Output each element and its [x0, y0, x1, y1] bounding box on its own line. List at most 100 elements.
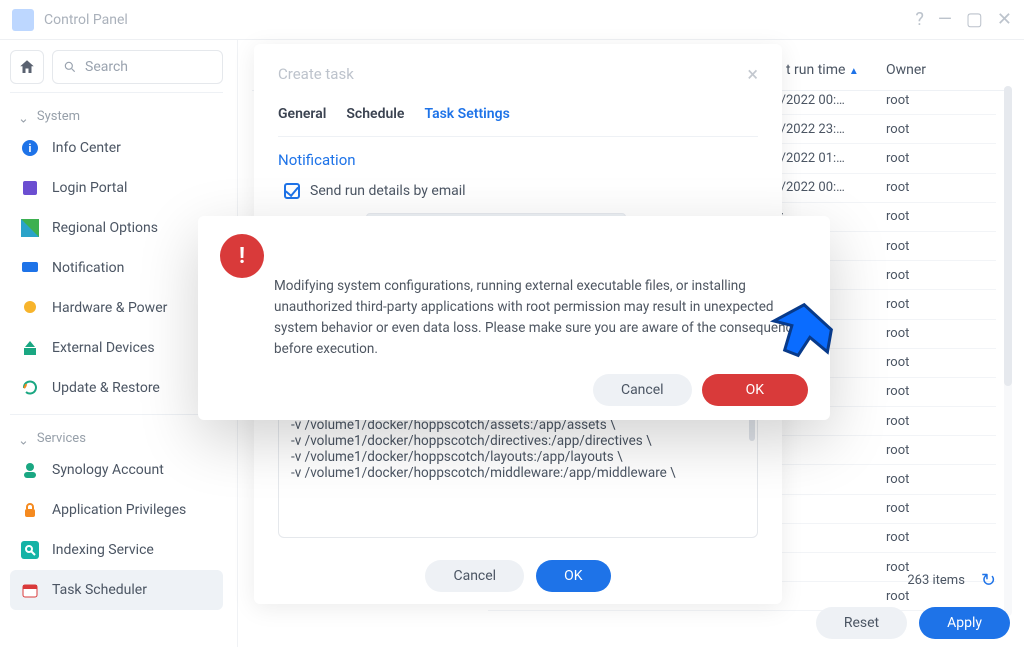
confirm-cancel-button[interactable]: Cancel	[593, 374, 692, 406]
search-icon	[63, 60, 77, 74]
cell-run: 20/2022 00:…	[766, 93, 886, 108]
cell-owner: root	[886, 180, 996, 195]
sidebar-item-label: Info Center	[52, 140, 121, 156]
cell-owner: root	[886, 93, 996, 108]
chat-icon	[20, 258, 40, 278]
cell-owner: root	[886, 589, 996, 604]
sidebar-item-label: Hardware & Power	[52, 300, 167, 316]
flag-icon	[20, 218, 40, 238]
sidebar-item-external-devices[interactable]: External Devices	[10, 328, 223, 368]
cell-owner: root	[886, 355, 996, 370]
tab-task-settings[interactable]: Task Settings	[424, 106, 509, 122]
confirm-ok-button[interactable]: OK	[702, 374, 808, 406]
sidebar-item-app-privileges[interactable]: Application Privileges	[10, 490, 223, 530]
cell-owner: root	[886, 297, 996, 312]
sidebar-item-label: Indexing Service	[52, 542, 154, 558]
warning-icon: !	[220, 234, 264, 278]
refresh-icon	[20, 378, 40, 398]
close-window-icon[interactable]: ✕	[997, 9, 1012, 30]
notification-heading: Notification	[278, 151, 758, 169]
search-input[interactable]: Search	[52, 50, 223, 84]
upload-icon	[20, 338, 40, 358]
modal-confirm: ! Modifying system configurations, runni…	[198, 216, 830, 420]
cell-owner: root	[886, 268, 996, 283]
cell-owner: root	[886, 443, 996, 458]
sidebar-item-info-center[interactable]: i Info Center	[10, 128, 223, 168]
sidebar-item-label: External Devices	[52, 340, 155, 356]
section-label: Services	[37, 431, 86, 446]
app-icon	[12, 9, 34, 31]
chevron-up-icon: ⌃	[18, 109, 29, 124]
bulb-icon	[20, 298, 40, 318]
chevron-up-icon: ⌃	[18, 431, 29, 446]
sidebar-item-label: Synology Account	[52, 462, 164, 478]
sidebar-item-label: Login Portal	[52, 180, 127, 196]
sidebar-item-label: Regional Options	[52, 220, 158, 236]
items-count: 263 items	[907, 573, 965, 588]
cell-run: 21/2022 01:…	[766, 151, 886, 166]
cell-owner: root	[886, 530, 996, 545]
scrollbar-track[interactable]	[1004, 86, 1012, 616]
modal-title: Create task	[278, 65, 354, 83]
lock-icon	[20, 500, 40, 520]
modal-tabs: General Schedule Task Settings	[278, 106, 758, 130]
section-system[interactable]: ⌃ System	[10, 99, 223, 128]
script-line: -v /volume1/docker/hoppscotch/middleware…	[291, 465, 747, 481]
create-ok-button[interactable]: OK	[536, 560, 610, 592]
sidebar-item-label: Update & Restore	[52, 380, 160, 396]
script-line: -v /volume1/docker/hoppscotch/directives…	[291, 433, 747, 449]
portal-icon	[20, 178, 40, 198]
refresh-button[interactable]: ↻	[981, 570, 996, 591]
svg-text:i: i	[29, 142, 32, 155]
textarea-scroll-thumb[interactable]	[749, 417, 755, 441]
cell-owner: root	[886, 384, 996, 399]
sidebar-item-regional[interactable]: Regional Options	[10, 208, 223, 248]
checkbox-send-email[interactable]	[284, 183, 300, 199]
home-button[interactable]	[10, 50, 44, 84]
minimize-icon[interactable]: —	[938, 9, 952, 30]
create-cancel-button[interactable]: Cancel	[425, 560, 524, 592]
help-icon[interactable]: ?	[915, 9, 924, 30]
sidebar-item-label: Notification	[52, 260, 124, 276]
sidebar-item-indexing[interactable]: Indexing Service	[10, 530, 223, 570]
tab-schedule[interactable]: Schedule	[346, 106, 404, 122]
sidebar-item-label: Application Privileges	[52, 502, 186, 518]
cell-owner: root	[886, 239, 996, 254]
column-owner[interactable]: Owner	[886, 62, 996, 78]
apply-button[interactable]: Apply	[919, 607, 1010, 639]
sidebar-item-synology-account[interactable]: Synology Account	[10, 450, 223, 490]
scrollbar-thumb[interactable]	[1004, 86, 1012, 386]
section-label: System	[37, 109, 80, 124]
sidebar-item-notification[interactable]: Notification	[10, 248, 223, 288]
reset-button[interactable]: Reset	[816, 607, 907, 639]
column-run-time[interactable]: t run time ▲	[786, 62, 886, 78]
maximize-icon[interactable]: ▢	[966, 9, 983, 30]
tab-general[interactable]: General	[278, 106, 326, 122]
cell-owner: root	[886, 151, 996, 166]
search-placeholder: Search	[85, 59, 128, 75]
cell-owner: root	[886, 472, 996, 487]
section-services[interactable]: ⌃ Services	[10, 421, 223, 450]
sidebar-item-hardware[interactable]: Hardware & Power	[10, 288, 223, 328]
info-icon: i	[20, 138, 40, 158]
cell-run: 23/2022 00:…	[766, 180, 886, 195]
cell-owner: root	[886, 414, 996, 429]
index-search-icon	[20, 540, 40, 560]
checkbox-label: Send run details by email	[310, 183, 466, 199]
user-icon	[20, 460, 40, 480]
confirm-message: Modifying system configurations, running…	[274, 276, 808, 360]
calendar-icon	[20, 580, 40, 600]
window-header: Control Panel ? — ▢ ✕	[0, 0, 1024, 40]
cell-owner: root	[886, 501, 996, 516]
sidebar-item-label: Task Scheduler	[52, 582, 147, 598]
sidebar-item-login-portal[interactable]: Login Portal	[10, 168, 223, 208]
sidebar-item-update-restore[interactable]: Update & Restore	[10, 368, 223, 408]
script-textarea[interactable]: -v /volume1/docker/hoppscotch/assets:/ap…	[278, 410, 758, 538]
cell-run: 20/2022 23:…	[766, 122, 886, 137]
cell-owner: root	[886, 122, 996, 137]
sidebar-item-task-scheduler[interactable]: Task Scheduler	[10, 570, 223, 610]
home-icon	[18, 58, 36, 76]
window-title: Control Panel	[44, 12, 128, 28]
close-icon[interactable]: ×	[747, 62, 758, 86]
script-line: -v /volume1/docker/hoppscotch/layouts:/a…	[291, 449, 747, 465]
